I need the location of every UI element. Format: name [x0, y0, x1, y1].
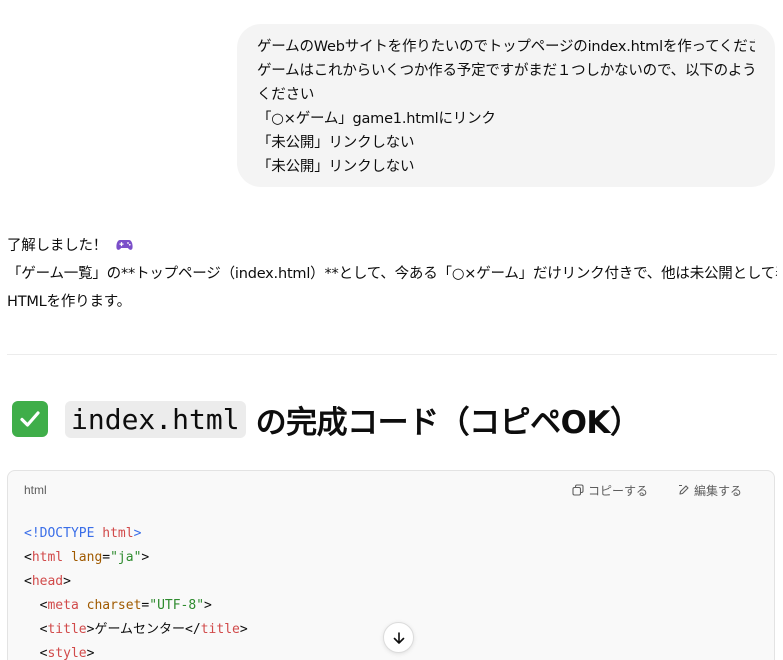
arrow-down-icon [393, 631, 404, 644]
user-message-line: ください [257, 87, 315, 103]
code-token: > [63, 574, 71, 589]
edit-label: 編集する [693, 483, 742, 498]
copy-icon [572, 484, 584, 496]
assistant-text-line: HTMLを作ります。 [7, 294, 131, 310]
code-token: meta [47, 598, 79, 613]
heading-text: の完成コード（コピペOK） [255, 404, 641, 441]
code-token: = [102, 550, 111, 565]
assistant-text-line: 「ゲーム一覧」の**トップページ（index.html）**として、今ある「○×… [7, 266, 777, 282]
code-token: >ゲームセンター</ [86, 622, 201, 637]
code-block-header: html コピーする 編集する [8, 471, 774, 509]
code-token: html [102, 526, 134, 541]
code-line: <head> [24, 570, 758, 594]
code-token: < [24, 622, 48, 637]
code-token: < [24, 598, 48, 613]
code-token: title [200, 622, 240, 637]
code-line: <!DOCTYPE html> [24, 522, 758, 546]
user-message-bubble: ゲームのWebサイトを作りたいのでトップページのindex.htmlを作ってくだ… [237, 24, 775, 187]
user-message-line: 「○×ゲーム」game1.htmlにリンク [257, 111, 496, 127]
assistant-text-line: 了解しました！ [7, 232, 777, 260]
code-token: > [204, 598, 212, 613]
code-token: title [47, 622, 87, 637]
code-line: <html lang="ja"> [24, 546, 758, 570]
code-token: > [239, 622, 248, 637]
code-token: > [133, 526, 142, 541]
code-token: > [141, 550, 150, 565]
code-token: charset [86, 598, 142, 613]
code-token: html [31, 550, 64, 565]
heading-inline-code: index.html [65, 400, 246, 438]
code-token: head [31, 574, 64, 589]
user-message-line: 「未公開」リンクしない [257, 135, 415, 151]
pencil-icon [678, 484, 689, 495]
code-token: style [47, 646, 87, 660]
code-token: > [86, 646, 95, 660]
chat-page: ゲームのWebサイトを作りたいのでトップページのindex.htmlを作ってくだ… [0, 0, 783, 660]
code-token: < [24, 550, 32, 565]
user-message-line: ゲームはこれからいくつか作る予定ですがまだ１つしかないので、以下のようにして [257, 63, 755, 79]
section-heading: index.html の完成コード（コピペOK） [12, 394, 641, 444]
code-token: <!DOCTYPE [24, 526, 95, 541]
code-language-label: html [24, 483, 47, 497]
copy-code-button[interactable]: コピーする [572, 482, 648, 499]
assistant-greeting: 了解しました！ [7, 238, 108, 254]
copy-label: コピーする [587, 483, 648, 498]
code-line: <meta charset="UTF-8"> [24, 594, 758, 618]
scroll-to-bottom-button[interactable] [383, 622, 414, 653]
section-divider [7, 354, 777, 355]
code-token: lang [70, 550, 103, 565]
user-message-line: 「未公開」リンクしない [257, 159, 415, 175]
code-actions: コピーする 編集する [572, 482, 742, 499]
code-token: < [24, 646, 48, 660]
user-message-line: ゲームのWebサイトを作りたいのでトップページのindex.htmlを作ってくだ… [257, 39, 755, 55]
code-token: "UTF-8" [149, 598, 205, 613]
code-token: < [24, 574, 32, 589]
video-game-controller-icon [115, 240, 133, 250]
check-mark-button-icon [12, 401, 48, 437]
edit-code-button[interactable]: 編集する [678, 482, 742, 499]
code-token: "ja" [110, 550, 142, 565]
assistant-message: 了解しました！ 「ゲーム一覧」の**トップページ（index.html）**とし… [7, 232, 777, 316]
